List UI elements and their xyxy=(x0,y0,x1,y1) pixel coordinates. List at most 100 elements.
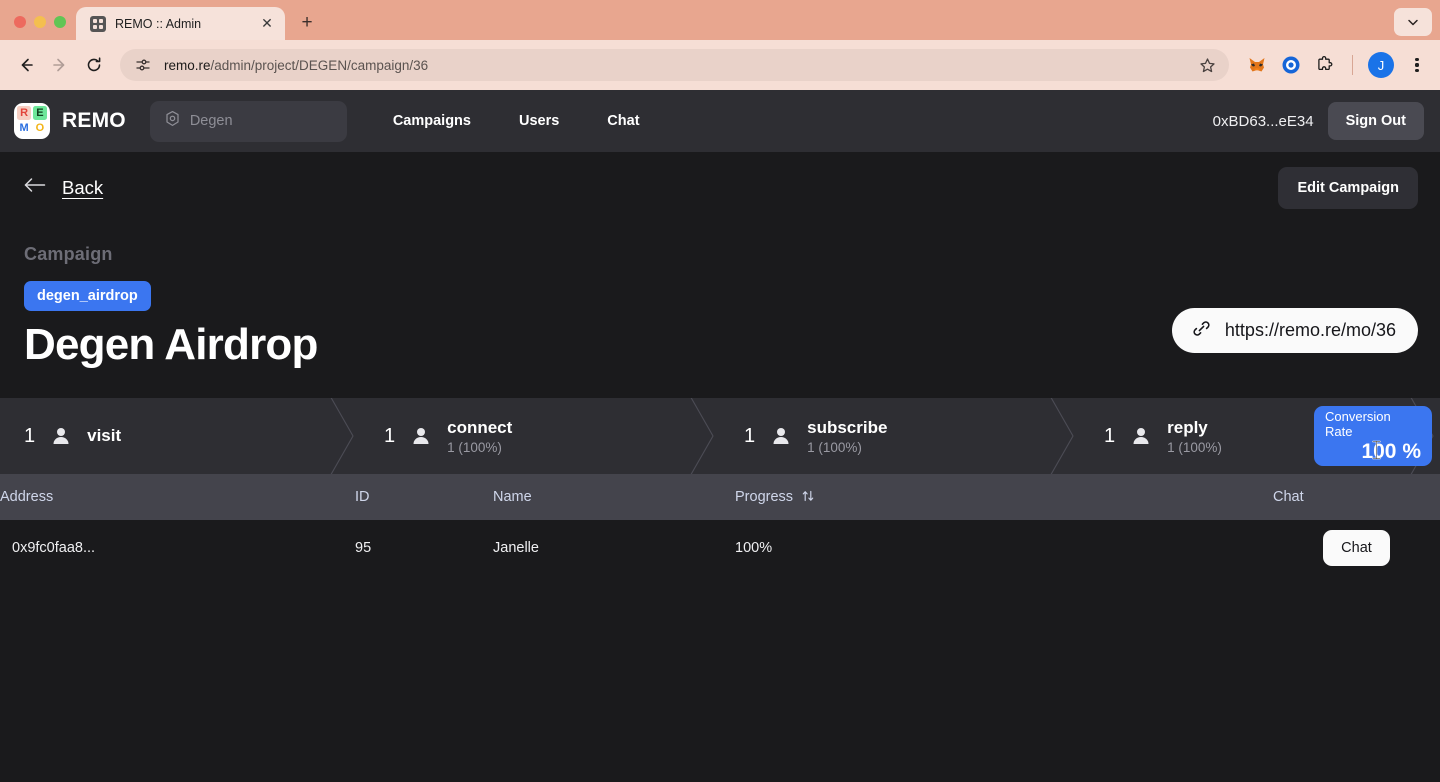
column-header-id[interactable]: ID xyxy=(355,474,493,520)
url-path: /admin/project/DEGEN/campaign/36 xyxy=(210,57,429,73)
column-header-progress[interactable]: Progress xyxy=(735,474,1273,520)
chevron-down-icon[interactable] xyxy=(1394,8,1432,36)
back-link[interactable]: Back xyxy=(24,177,103,199)
edit-campaign-button[interactable]: Edit Campaign xyxy=(1278,167,1418,209)
funnel-step-label: subscribe xyxy=(807,417,888,437)
person-icon xyxy=(770,425,792,447)
column-header-progress-label: Progress xyxy=(735,489,794,506)
project-selector[interactable]: Degen xyxy=(149,100,347,142)
sort-arrows-icon xyxy=(801,489,815,506)
puzzle-extensions-icon[interactable] xyxy=(1313,53,1337,77)
new-tab-button[interactable]: + xyxy=(293,9,321,37)
funnel-step-label: visit xyxy=(87,426,122,446)
table-row[interactable]: 0x9fc0faa8... 95 Janelle 100% Chat xyxy=(0,520,1440,577)
campaign-hero: Campaign degen_airdrop Degen Airdrop htt… xyxy=(0,224,1440,368)
cell-address: 0x9fc0faa8... xyxy=(12,540,96,557)
tab-strip: REMO :: Admin ✕ + xyxy=(0,0,1440,40)
campaign-slug-badge: degen_airdrop xyxy=(24,281,151,311)
cell-id: 95 xyxy=(355,540,372,557)
app-header: R E M O REMO Degen Campaigns Users Chat … xyxy=(0,90,1440,152)
funnel-step-label: reply xyxy=(1167,417,1208,437)
funnel-step-sublabel: 1 (100%) xyxy=(447,439,502,455)
funnel-step-count: 1 xyxy=(744,424,756,447)
progress-sort-control[interactable]: Progress xyxy=(735,489,815,506)
funnel-step-count: 1 xyxy=(1104,424,1116,447)
campaign-public-link-text: https://remo.re/mo/36 xyxy=(1224,320,1396,340)
browser-menu-icon[interactable] xyxy=(1404,52,1430,78)
logo-cell-e: E xyxy=(32,106,47,121)
maximize-window-button[interactable] xyxy=(54,16,66,28)
sub-toolbar: Back Edit Campaign xyxy=(0,152,1440,224)
toolbar-divider xyxy=(1352,55,1353,75)
logo-cell-r: R xyxy=(17,106,32,121)
site-settings-icon[interactable] xyxy=(132,54,154,76)
funnel-step-visit[interactable]: 1 visit xyxy=(0,398,361,475)
header-right: 0xBD63...eE34 Sign Out xyxy=(1213,102,1424,140)
arrow-left-icon xyxy=(24,177,46,199)
table-header: Address ID Name Progress Chat xyxy=(0,474,1440,521)
nav-item-campaigns[interactable]: Campaigns xyxy=(369,105,495,137)
column-header-name[interactable]: Name xyxy=(493,474,735,520)
funnel-step-connect[interactable]: 1 connect 1 (100%) xyxy=(360,398,720,475)
main-nav: Campaigns Users Chat xyxy=(369,105,664,137)
logo-cell-o: O xyxy=(32,121,47,136)
person-icon xyxy=(50,425,72,447)
address-bar-url: remo.re/admin/project/DEGEN/campaign/36 xyxy=(164,58,1185,73)
funnel-step-subscribe[interactable]: 1 subscribe 1 (100%) xyxy=(720,398,1080,475)
tabstrip-right-controls xyxy=(1394,8,1432,36)
funnel-step-sublabel: 1 (100%) xyxy=(1167,439,1222,455)
blue-target-icon[interactable] xyxy=(1279,53,1303,77)
table-body: 0x9fc0faa8... 95 Janelle 100% Chat xyxy=(0,520,1440,577)
conversion-rate-badge: Conversion Rate 100 % xyxy=(1314,406,1432,467)
extension-icons: J xyxy=(1239,52,1430,78)
remo-logo-icon: R E M O xyxy=(14,103,50,139)
funnel-separator-icon xyxy=(327,398,361,475)
funnel-step-sublabel: 1 (100%) xyxy=(807,439,862,455)
cell-name: Janelle xyxy=(493,540,539,557)
brand[interactable]: R E M O REMO xyxy=(14,103,126,139)
column-header-address[interactable]: Address xyxy=(0,474,355,520)
project-selector-label: Degen xyxy=(189,113,233,129)
browser-toolbar: remo.re/admin/project/DEGEN/campaign/36 xyxy=(0,40,1440,90)
conversion-rate-label: Conversion Rate xyxy=(1325,408,1391,439)
funnel-step-text: connect 1 (100%) xyxy=(447,418,512,455)
campaign-eyebrow: Campaign xyxy=(24,244,113,264)
link-chain-icon xyxy=(1191,318,1212,344)
campaign-public-link[interactable]: https://remo.re/mo/36 xyxy=(1171,308,1418,353)
back-label: Back xyxy=(62,177,104,198)
person-icon xyxy=(410,425,432,447)
funnel-step-label: connect xyxy=(447,417,513,437)
metamask-fox-icon[interactable] xyxy=(1245,53,1269,77)
funnel-step-count: 1 xyxy=(24,424,36,447)
person-icon xyxy=(1130,425,1152,447)
bookmark-star-icon[interactable] xyxy=(1195,53,1219,77)
close-tab-button[interactable]: ✕ xyxy=(258,15,276,33)
reload-icon[interactable] xyxy=(78,49,110,81)
brand-name: REMO xyxy=(62,109,126,132)
column-header-chat: Chat xyxy=(1273,489,1304,506)
table-header-row: Address ID Name Progress Chat xyxy=(0,474,1440,521)
window-traffic-lights[interactable] xyxy=(0,16,76,40)
browser-tab-title: REMO :: Admin xyxy=(115,16,202,31)
nav-item-chat[interactable]: Chat xyxy=(583,105,663,137)
app-page: R E M O REMO Degen Campaigns Users Chat … xyxy=(0,90,1440,577)
funnel-step-text: reply 1 (100%) xyxy=(1167,418,1222,455)
sign-out-button[interactable]: Sign Out xyxy=(1327,102,1424,140)
browser-chrome: REMO :: Admin ✕ + remo.re/admin/project/… xyxy=(0,0,1440,90)
participants-table: Address ID Name Progress Chat 0x9fc0faa8… xyxy=(0,474,1440,577)
funnel-step-text: visit xyxy=(87,426,121,446)
hexagon-dot-icon xyxy=(164,110,181,132)
chat-button[interactable]: Chat xyxy=(1323,530,1390,567)
minimize-window-button[interactable] xyxy=(34,16,46,28)
browser-tab[interactable]: REMO :: Admin ✕ xyxy=(76,7,285,40)
profile-avatar[interactable]: J xyxy=(1368,52,1394,78)
nav-item-users[interactable]: Users xyxy=(495,105,583,137)
close-window-button[interactable] xyxy=(14,16,26,28)
conversion-rate-value: 100 % xyxy=(1361,439,1421,463)
address-bar[interactable]: remo.re/admin/project/DEGEN/campaign/36 xyxy=(120,49,1229,81)
wallet-address[interactable]: 0xBD63...eE34 xyxy=(1213,113,1314,130)
funnel-step-text: subscribe 1 (100%) xyxy=(807,418,887,455)
forward-icon[interactable] xyxy=(44,49,76,81)
back-icon[interactable] xyxy=(10,49,42,81)
funnel-bar: 1 visit 1 connect 1 (100%) 1 subscribe 1… xyxy=(0,398,1440,475)
